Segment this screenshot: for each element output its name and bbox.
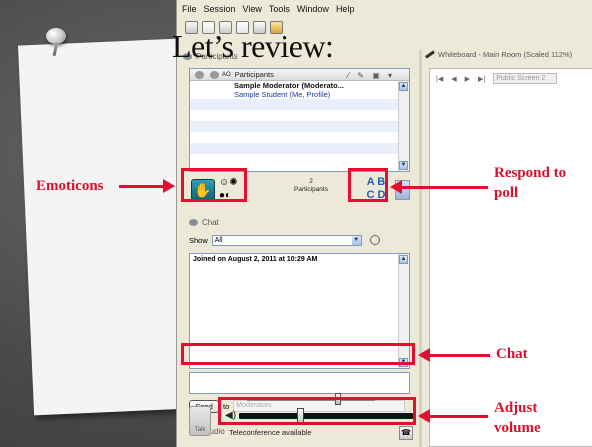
prev-page-icon[interactable]: ◀: [451, 75, 456, 83]
participant-count-label: Participants: [294, 186, 328, 193]
talk-label: Talk: [194, 427, 206, 433]
chat-arrow: [418, 348, 490, 362]
chat-callout: Chat: [496, 346, 528, 362]
clock-icon[interactable]: [369, 235, 380, 245]
chat-section-label: Chat: [202, 217, 219, 227]
volume-callout: Adjust volume: [494, 400, 541, 436]
menu-view[interactable]: View: [243, 4, 262, 14]
menu-window[interactable]: Window: [297, 4, 329, 14]
panel-splitter[interactable]: [419, 50, 422, 447]
menu-session[interactable]: Session: [204, 4, 236, 14]
emoticons-highlight: [181, 168, 247, 202]
list-item: [190, 121, 409, 132]
whiteboard-header: Whiteboard - Main Room (Scaled 112%): [425, 50, 572, 59]
hand-icon: [210, 70, 219, 79]
first-page-icon[interactable]: |◀: [436, 75, 443, 83]
teleconference-status: Teleconference available: [229, 428, 312, 437]
screen-select[interactable]: Public Screen 2: [493, 73, 558, 84]
show-select-value: All: [214, 236, 223, 244]
paper-note: [18, 38, 194, 416]
participants-column-label: Participants: [234, 70, 274, 79]
scroll-up-icon[interactable]: ▲: [399, 82, 408, 91]
slide-title: Let’s review:: [172, 28, 334, 64]
last-page-icon[interactable]: ▶|: [478, 75, 485, 83]
chat-message-input[interactable]: [189, 372, 410, 394]
show-label: Show: [189, 235, 208, 245]
menu-tools[interactable]: Tools: [269, 4, 290, 14]
scroll-up-icon[interactable]: ▲: [399, 255, 408, 264]
emoticons-callout: Emoticons: [36, 178, 104, 194]
chevron-down-icon[interactable]: ▼: [351, 235, 361, 245]
whiteboard-panel[interactable]: |◀ ◀ ▶ ▶| Public Screen 2: [429, 68, 592, 447]
participants-column-header: AO Participants ⁄ ✎ ▣ ▾: [190, 69, 409, 81]
left-panel: Participants AO Participants ⁄ ✎ ▣ ▾ Sam…: [183, 50, 415, 447]
list-item: [190, 110, 409, 121]
chat-header: Chat: [189, 216, 219, 228]
poll-highlight: [348, 168, 388, 202]
pen-icon: [425, 50, 435, 59]
chat-send-highlight: [181, 343, 415, 365]
whiteboard-nav: |◀ ◀ ▶ ▶| Public Screen 2: [436, 73, 558, 84]
column-tool-icons: ⁄ ✎ ▣ ▾: [347, 71, 395, 80]
volume-arrow: [418, 409, 488, 423]
chat-filter-row: Show All ▼: [189, 234, 410, 246]
participant-count-number: 2: [309, 178, 313, 185]
ao-icon: AO: [222, 71, 231, 78]
participants-scrollbar[interactable]: ▲ ▼: [398, 81, 409, 171]
list-item: [190, 132, 409, 143]
status-icon: [195, 70, 204, 79]
collapse-icon[interactable]: [189, 218, 198, 226]
app-window: File Session View Tools Window Help Part…: [176, 0, 592, 447]
chat-message: Joined on August 2, 2011 at 10:29 AM: [193, 256, 318, 263]
show-select[interactable]: All ▼: [211, 234, 362, 246]
next-page-icon[interactable]: ▶: [465, 75, 470, 83]
phone-icon[interactable]: ☎: [399, 426, 413, 440]
participant-row-moderator[interactable]: Sample Moderator (Moderato...: [190, 81, 409, 90]
emoticons-arrow: [119, 179, 175, 193]
poll-callout: Respond to poll: [494, 165, 567, 201]
menubar: File Session View Tools Window Help: [177, 0, 592, 18]
list-item: [190, 99, 409, 110]
menu-file[interactable]: File: [182, 4, 197, 14]
participant-count: 2 Participants: [279, 178, 343, 194]
poll-arrow: [390, 180, 488, 194]
menu-help[interactable]: Help: [336, 4, 355, 14]
participants-list: AO Participants ⁄ ✎ ▣ ▾ Sample Moderator…: [189, 68, 410, 172]
pushpin-icon: [44, 26, 68, 58]
talk-button[interactable]: Talk: [189, 406, 211, 436]
volume-highlight: [218, 397, 416, 425]
list-item: [190, 143, 409, 154]
participant-row-student[interactable]: Sample Student (Me, Profile): [190, 90, 409, 99]
scroll-down-icon[interactable]: ▼: [399, 161, 408, 170]
whiteboard-title: Whiteboard - Main Room (Scaled 112%): [438, 50, 573, 59]
